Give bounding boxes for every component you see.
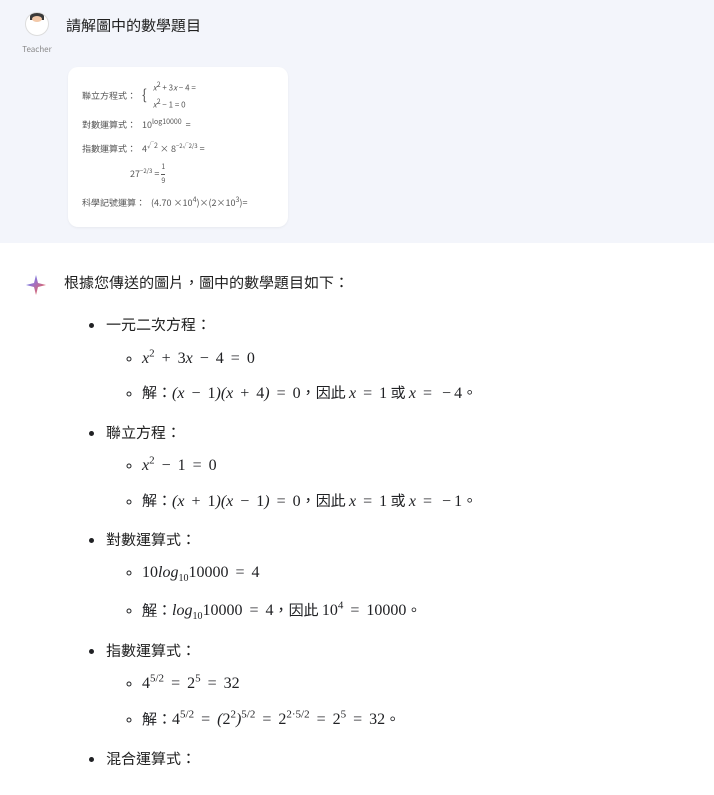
list-item: 混合運算式： [106, 747, 690, 771]
avatar-label: Teacher [20, 44, 54, 57]
response-content: 一元二次方程： x2 + 3x − 4 = 0 解：(x − 1)(x + 4)… [66, 313, 690, 771]
attachment-line-2: 對數運算式： 10log10000 = [82, 116, 274, 133]
assistant-response-section: 根據您傳送的圖片，圖中的數學題目如下： 一元二次方程： x2 + 3x − 4 … [0, 243, 714, 795]
item-heading: 聯立方程： [106, 421, 690, 445]
sub-item: 45/2 = 25 = 32 [142, 671, 690, 697]
sub-item: 10log1010000 = 4 [142, 560, 690, 587]
user-prompt-text: 請解圖中的數學題目 [66, 12, 201, 38]
list-item: 一元二次方程： x2 + 3x − 4 = 0 解：(x − 1)(x + 4)… [106, 313, 690, 407]
list-item: 對數運算式： 10log1010000 = 4 解：log1010000 = 4… [106, 528, 690, 625]
list-item: 聯立方程： x2 − 1 = 0 解：(x + 1)(x − 1) = 0，因此… [106, 421, 690, 515]
sub-item: x2 − 1 = 0 [142, 453, 690, 479]
sub-item: 解：45/2 = (22)5/2 = 22·5/2 = 25 = 32。 [142, 707, 690, 733]
attached-image-card[interactable]: 聯立方程式： { x2 + 3x − 4 = x2 − 1 = 0 對數運算式：… [68, 67, 288, 228]
sub-list: x2 − 1 = 0 解：(x + 1)(x − 1) = 0，因此 x = 1… [106, 453, 690, 515]
item-heading: 指數運算式： [106, 639, 690, 663]
attachment-line-4: 科學記號運算： (4.70 ×104)×(2×103)= [82, 194, 274, 211]
sub-list: 10log1010000 = 4 解：log1010000 = 4，因此 104… [106, 560, 690, 625]
sub-item: 解：(x + 1)(x − 1) = 0，因此 x = 1 或 x = −1。 [142, 489, 690, 515]
response-row: 根據您傳送的圖片，圖中的數學題目如下： [24, 271, 690, 313]
item-heading: 混合運算式： [106, 747, 690, 771]
user-row: Teacher 請解圖中的數學題目 [20, 12, 694, 57]
response-intro: 根據您傳送的圖片，圖中的數學題目如下： [64, 271, 690, 295]
sub-item: 解：log1010000 = 4，因此 104 = 10000。 [142, 598, 690, 626]
avatar-wrap: Teacher [20, 12, 54, 57]
item-heading: 對數運算式： [106, 528, 690, 552]
item-heading: 一元二次方程： [106, 313, 690, 337]
sub-item: 解：(x − 1)(x + 4) = 0，因此 x = 1 或 x = −4。 [142, 381, 690, 407]
attachment-line-1: 聯立方程式： { x2 + 3x − 4 = x2 − 1 = 0 [82, 79, 274, 113]
list-item: 指數運算式： 45/2 = 25 = 32 解：45/2 = (22)5/2 =… [106, 639, 690, 733]
user-avatar-icon [25, 12, 49, 36]
attachment-line-3: 指數運算式： 4√2 × 8−2√2/3 = [82, 140, 274, 157]
sub-list: 45/2 = 25 = 32 解：45/2 = (22)5/2 = 22·5/2… [106, 671, 690, 733]
main-list: 一元二次方程： x2 + 3x − 4 = 0 解：(x − 1)(x + 4)… [66, 313, 690, 771]
sparkle-icon [24, 273, 48, 297]
attachment-line-3b: 27−2/3 = 19 [130, 161, 274, 189]
sub-item: x2 + 3x − 4 = 0 [142, 345, 690, 371]
sub-list: x2 + 3x − 4 = 0 解：(x − 1)(x + 4) = 0，因此 … [106, 345, 690, 407]
user-message-section: Teacher 請解圖中的數學題目 聯立方程式： { x2 + 3x − 4 =… [0, 0, 714, 243]
